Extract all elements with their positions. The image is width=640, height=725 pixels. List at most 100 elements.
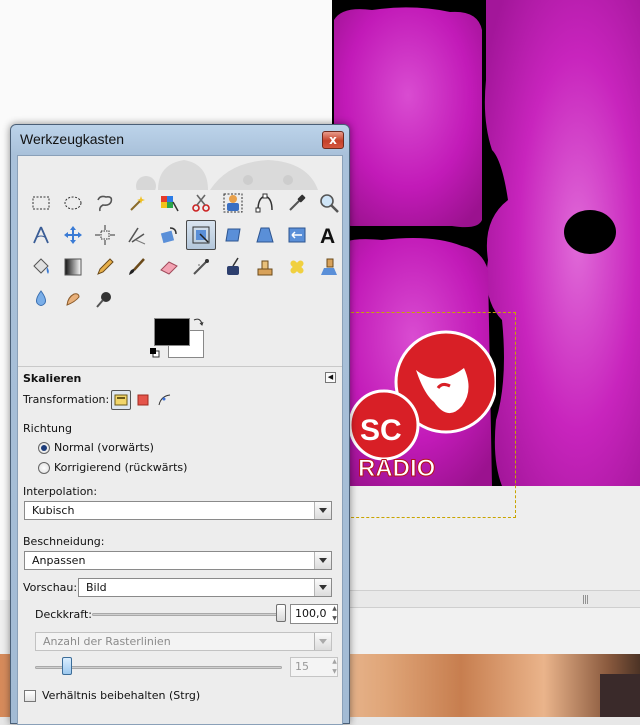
tool-eraser[interactable] (154, 252, 184, 282)
tool-bucket-fill[interactable] (26, 252, 56, 282)
tool-zoom[interactable] (314, 188, 342, 218)
opacity-slider-track[interactable] (92, 613, 282, 616)
fg-bg-colors (150, 316, 206, 360)
grid-type-select[interactable]: Anzahl der Rasterlinien (35, 632, 332, 651)
keep-aspect-label[interactable]: Verhältnis beibehalten (Strg) (42, 689, 200, 702)
close-button[interactable]: x (322, 131, 344, 149)
tool-perspective-clone[interactable] (314, 252, 342, 282)
blur-icon (36, 290, 46, 306)
tool-clone[interactable] (250, 252, 280, 282)
tool-ink[interactable] (218, 252, 248, 282)
tool-dodge-burn[interactable] (90, 284, 120, 314)
grid-count-spin-arrows[interactable]: ▲ ▼ (330, 657, 339, 677)
tool-free-select[interactable] (90, 188, 120, 218)
color-picker-icon (289, 194, 306, 211)
smudge-icon (66, 293, 80, 306)
tool-scissors-select[interactable] (186, 188, 216, 218)
canvas-lower-area (332, 608, 640, 654)
tool-text[interactable]: A (314, 220, 342, 250)
tool-paths[interactable] (250, 188, 280, 218)
scale-icon (192, 226, 210, 244)
tool-fuzzy-select[interactable] (122, 188, 152, 218)
default-colors-icon[interactable] (150, 348, 160, 358)
tool-scale[interactable] (186, 220, 216, 250)
tool-crop[interactable] (122, 220, 152, 250)
chevron-down-icon (314, 502, 331, 519)
tool-perspective[interactable] (250, 220, 280, 250)
grid-count-slider-track[interactable] (35, 666, 282, 669)
transform-path-button[interactable] (155, 390, 175, 410)
transform-layer-button[interactable] (111, 390, 131, 410)
clipping-select[interactable]: Anpassen (24, 551, 332, 570)
grid-count-slider-thumb[interactable] (62, 657, 72, 675)
titlebar[interactable]: Werkzeugkasten x (11, 125, 349, 155)
opacity-label: Deckkraft: (35, 608, 92, 621)
spin-up-icon: ▲ (332, 605, 337, 612)
window-title: Werkzeugkasten (20, 131, 125, 147)
tool-options-header: Skalieren ◀ (18, 368, 342, 388)
tool-heal[interactable] (282, 252, 312, 282)
tool-flip[interactable] (282, 220, 312, 250)
paintbrush-icon (129, 258, 145, 275)
tool-options-title: Skalieren (23, 372, 82, 385)
transformation-row: Transformation: (23, 390, 323, 411)
grid-count-value: 15 (295, 660, 309, 673)
heal-icon (290, 260, 304, 274)
direction-normal-radio[interactable] (38, 442, 50, 454)
foreground-color-swatch[interactable] (154, 318, 190, 346)
tool-color-select[interactable] (154, 188, 184, 218)
opacity-slider-thumb[interactable] (276, 604, 286, 622)
direction-normal-label[interactable]: Normal (vorwärts) (54, 441, 154, 454)
close-icon: x (329, 133, 337, 147)
scissors-select-icon (192, 194, 210, 212)
opacity-spin-arrows[interactable]: ▲ ▼ (330, 604, 339, 624)
horizontal-scrollbar[interactable]: ||| (332, 590, 640, 608)
transformation-label: Transformation: (23, 393, 110, 406)
transform-selection-button[interactable] (133, 390, 153, 410)
sc-radio-logo: SC RADIO (348, 330, 496, 483)
tool-smudge[interactable] (58, 284, 88, 314)
eraser-icon (160, 261, 178, 275)
tool-airbrush[interactable] (186, 252, 216, 282)
tool-align[interactable] (90, 220, 120, 250)
tool-rect-select[interactable] (26, 188, 56, 218)
keep-aspect-checkbox[interactable] (24, 690, 36, 702)
tool-move[interactable] (58, 220, 88, 250)
tool-ellipse-select[interactable] (58, 188, 88, 218)
tab-menu-button[interactable]: ◀ (325, 372, 336, 383)
tool-foreground-select[interactable] (218, 188, 248, 218)
tool-rotate[interactable] (154, 220, 184, 250)
chevron-down-icon (314, 633, 331, 650)
tool-blur[interactable] (26, 284, 56, 314)
swap-colors-icon[interactable] (192, 316, 204, 328)
foreground-select-icon (223, 193, 243, 213)
interpolation-select[interactable]: Kubisch (24, 501, 332, 520)
measure-icon (33, 226, 49, 244)
selection-icon (137, 394, 149, 406)
move-icon (64, 226, 82, 244)
spin-down-icon: ▼ (332, 615, 337, 622)
layer-icon (114, 394, 128, 406)
separator (18, 366, 342, 367)
direction-corrective-label[interactable]: Korrigierend (rückwärts) (54, 461, 187, 474)
tool-pencil[interactable] (90, 252, 120, 282)
preview-select[interactable]: Bild (78, 578, 332, 597)
tool-measure[interactable] (26, 220, 56, 250)
svg-text:A: A (320, 225, 335, 246)
tool-blend[interactable] (58, 252, 88, 282)
tool-shear[interactable] (218, 220, 248, 250)
align-icon (95, 225, 115, 245)
zoom-icon (320, 194, 339, 213)
chevron-down-icon (314, 552, 331, 569)
tool-color-picker[interactable] (282, 188, 312, 218)
toolbox-window: Werkzeugkasten x A Skalieren ◀ Transform… (10, 124, 350, 725)
preview-label: Vorschau: (23, 581, 78, 594)
direction-corrective-radio[interactable] (38, 462, 50, 474)
clipping-label: Beschneidung: (23, 535, 105, 548)
triangle-left-icon: ◀ (327, 373, 334, 381)
grid-type-value: Anzahl der Rasterlinien (43, 635, 171, 648)
ellipse-select-icon (64, 196, 82, 210)
shear-icon (225, 228, 241, 242)
tool-paintbrush[interactable] (122, 252, 152, 282)
rect-select-icon (32, 196, 50, 210)
